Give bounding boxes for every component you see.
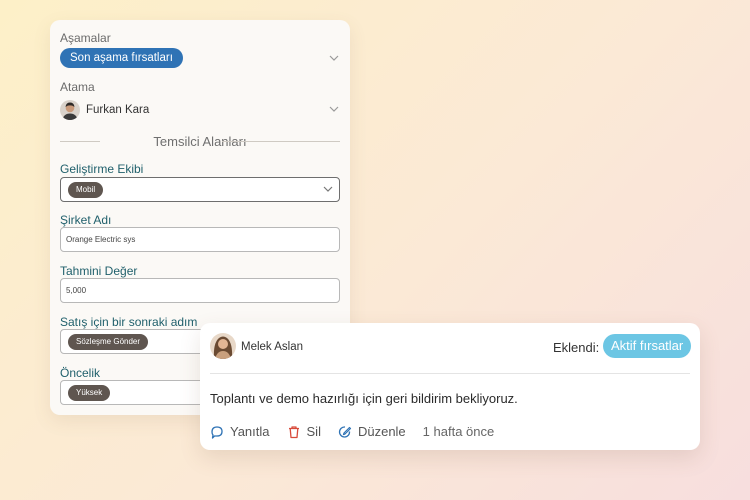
dev-team-select[interactable]: Mobil [60,177,340,202]
delete-button[interactable]: Sil [287,424,321,439]
chevron-down-icon[interactable] [322,183,334,195]
edit-label: Düzenle [357,424,406,439]
next-step-label: Satış için bir sonraki adım [60,315,198,329]
assignment-label: Atama [60,80,95,94]
dev-team-tag[interactable]: Mobil [68,182,104,198]
stages-label: Aşamalar [60,31,111,45]
comment-author: Melek Aslan [241,341,304,353]
author-avatar [210,333,236,359]
estimated-value: 5,000 [66,286,87,295]
comment-time: 1 hafta önce [422,424,495,439]
chevron-down-icon[interactable] [328,52,340,64]
comment-actions: Yanıtla Sil Düzenle 1 hafta önce [210,424,494,439]
next-step-tag[interactable]: Sözleşme Gönder [68,334,149,350]
assignee-name: Furkan Kara [86,104,150,116]
reply-icon [211,425,223,439]
estimated-value-label: Tahmini Değer [60,264,138,278]
company-value: Orange Electric sys [66,235,136,244]
priority-tag[interactable]: Yüksek [68,385,111,401]
assignee-avatar [60,100,80,120]
dev-team-label: Geliştirme Ekibi [60,162,144,176]
stage-pill[interactable]: Son aşama fırsatları [60,48,183,68]
company-input[interactable]: Orange Electric sys [60,227,340,252]
reply-label: Yanıtla [230,424,270,439]
trash-icon [288,425,299,438]
comment-divider [210,373,690,374]
comment-card: Melek Aslan Eklendi: Aktif fırsatlar Top… [200,323,700,450]
chevron-down-icon[interactable] [328,103,340,115]
active-opportunities-pill[interactable]: Aktif fırsatlar [603,334,692,358]
company-label: Şirket Adı [60,213,112,227]
reply-button[interactable]: Yanıtla [210,424,270,439]
priority-label: Öncelik [60,366,101,380]
edit-button[interactable]: Düzenle [338,424,406,439]
comment-text: Toplantı ve demo hazırlığı için geri bil… [210,391,518,406]
delete-label: Sil [306,424,321,439]
edit-icon [338,425,352,438]
estimated-value-input[interactable]: 5,000 [60,278,340,303]
divider-right [222,141,340,142]
added-label: Eklendi: [553,340,600,355]
